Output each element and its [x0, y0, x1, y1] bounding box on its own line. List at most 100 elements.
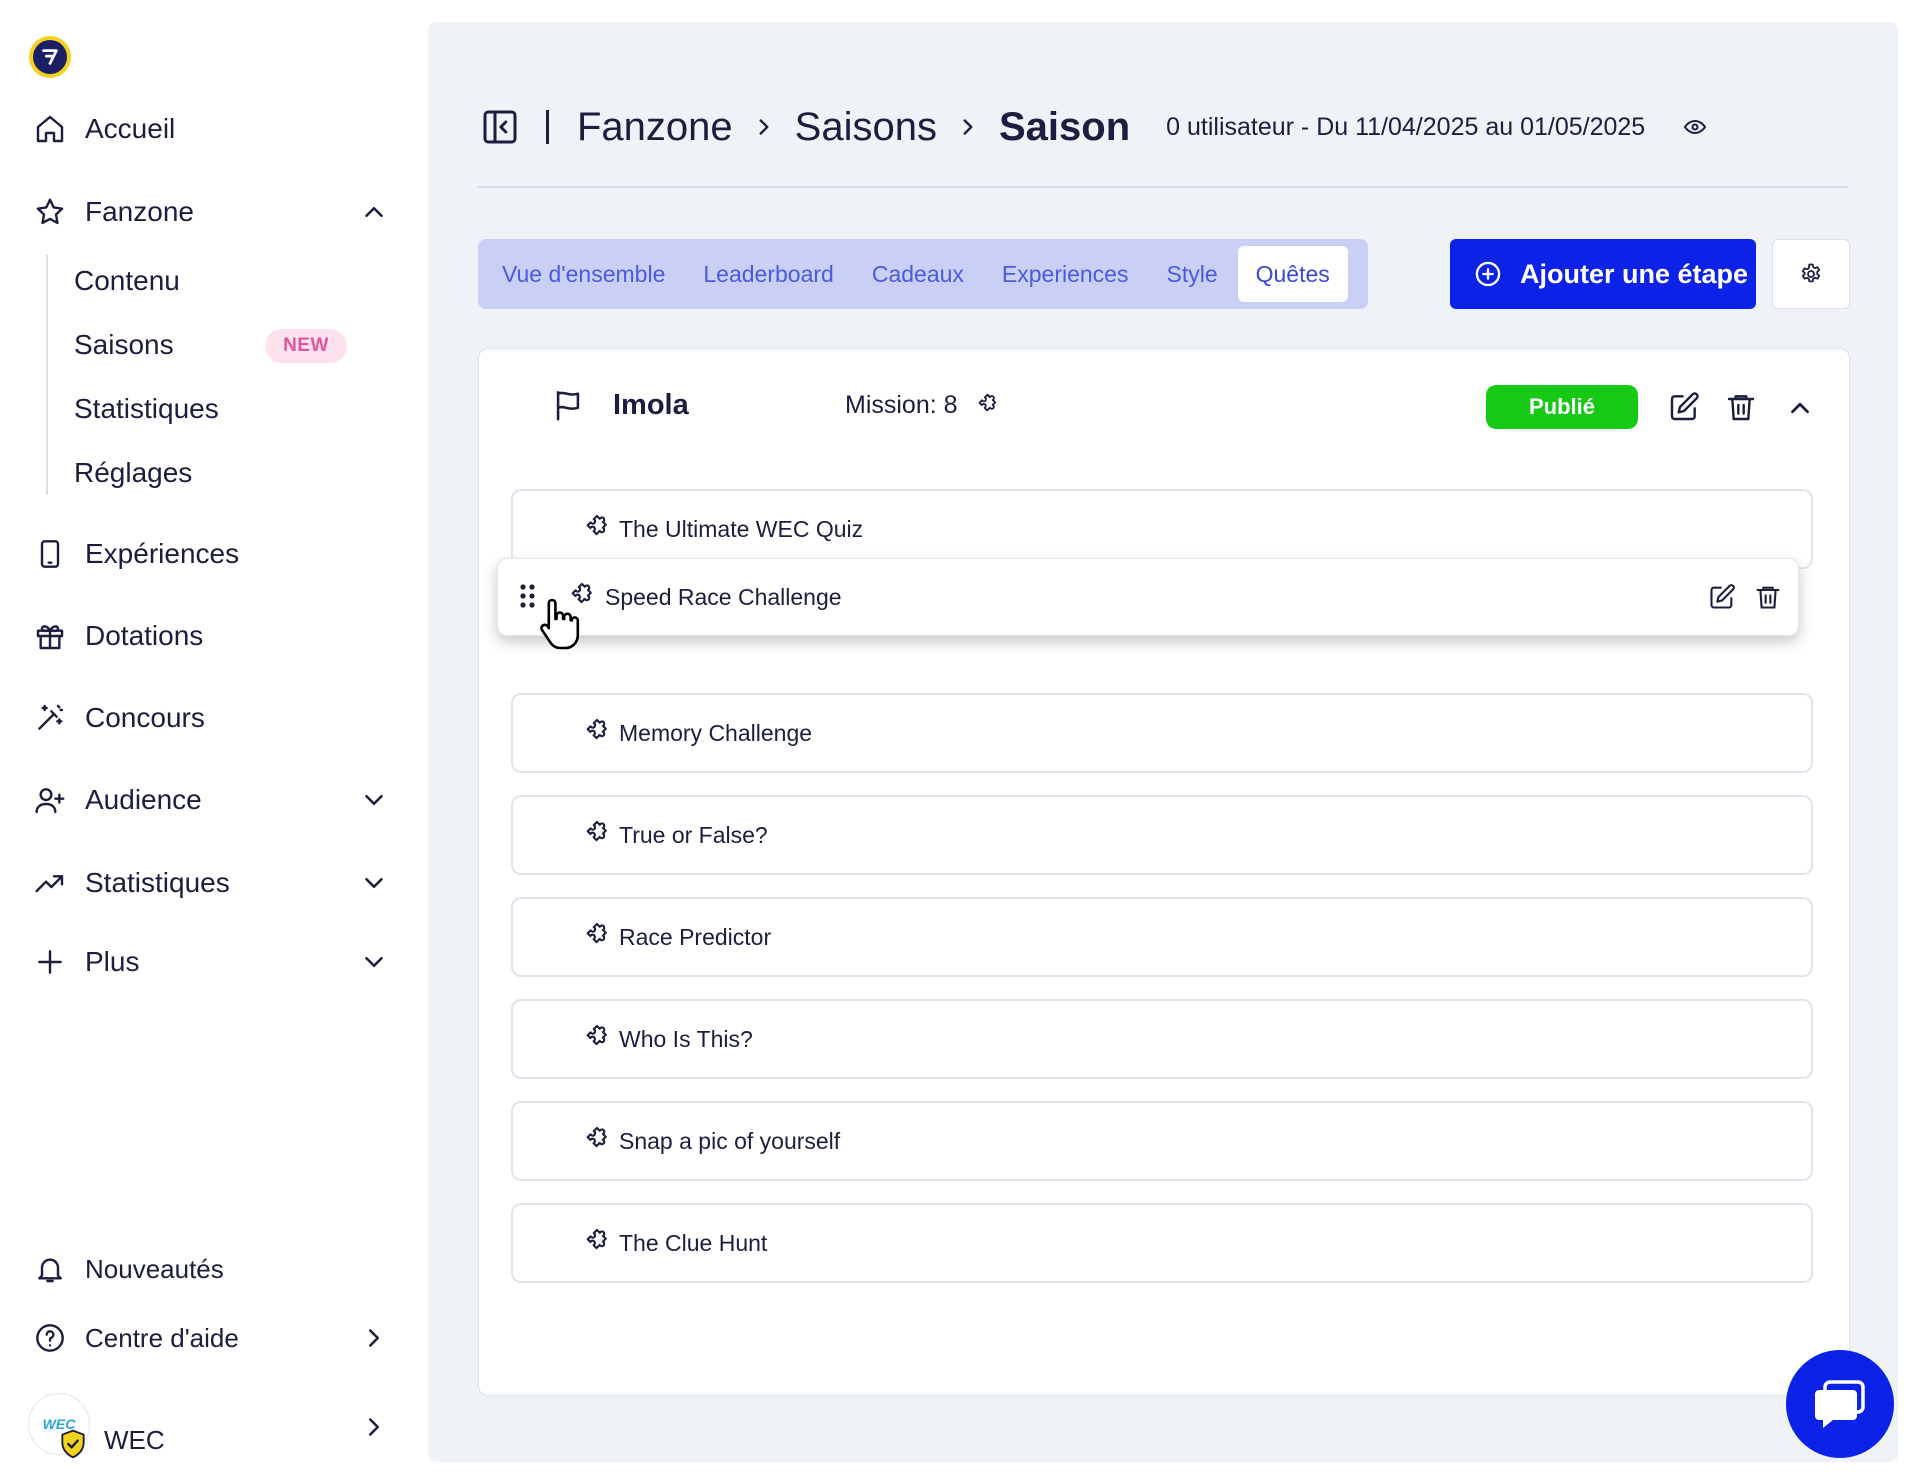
page-title: Saison	[998, 104, 1131, 149]
nav-item-fanzone[interactable]: Fanzone	[0, 184, 428, 240]
account-avatar[interactable]: WEC	[28, 1393, 90, 1459]
mission-label: Mission: 8	[845, 391, 958, 419]
edit-icon[interactable]	[1668, 391, 1700, 423]
quest-label: The Ultimate WEC Quiz	[619, 515, 864, 542]
puzzle-icon	[586, 1228, 607, 1250]
tab-bar: Vue d'ensemble Leaderboard Cadeaux Exper…	[478, 239, 1368, 309]
step-title: Imola	[613, 389, 689, 421]
nav-item-experiences[interactable]: Expériences	[0, 526, 428, 582]
puzzle-icon	[586, 718, 607, 740]
quest-item-clue-hunt[interactable]: The Clue Hunt	[511, 1203, 1813, 1283]
quest-item-speed-race-challenge[interactable]: Speed Race Challenge	[497, 558, 1799, 650]
submenu-guide	[46, 255, 48, 495]
quest-label: True or False?	[619, 821, 768, 848]
sidebar-item-saisons[interactable]: Saisons	[74, 320, 174, 370]
chevron-down-icon	[365, 957, 383, 967]
trash-icon[interactable]	[1754, 583, 1782, 611]
puzzle-icon	[586, 820, 607, 842]
quest-item-who-is-this[interactable]: Who Is This?	[511, 999, 1813, 1079]
nav-label: Fanzone	[85, 196, 194, 227]
drag-handle-icon[interactable]	[518, 582, 538, 612]
nav-item-accueil[interactable]: Accueil	[0, 101, 428, 157]
account-name: WEC	[104, 1425, 165, 1455]
app-logo[interactable]	[29, 36, 71, 78]
nav-label: Audience	[85, 784, 202, 815]
quest-label: The Clue Hunt	[619, 1229, 768, 1256]
nav-label: Dotations	[85, 620, 204, 651]
plus-circle-icon	[1475, 261, 1501, 287]
tab-quetes[interactable]: Quêtes	[1237, 246, 1348, 302]
quest-label: Snap a pic of yourself	[619, 1127, 841, 1154]
add-step-button[interactable]: Ajouter une étape	[1450, 239, 1756, 309]
star-icon	[36, 198, 64, 225]
user-plus-icon	[35, 788, 65, 814]
gear-icon	[1801, 263, 1821, 283]
tab-cadeaux[interactable]: Cadeaux	[854, 246, 982, 302]
chevron-right-icon	[759, 119, 769, 135]
quest-item-memory-challenge[interactable]: Memory Challenge	[511, 693, 1813, 773]
help-circle-icon	[36, 1324, 64, 1352]
step-panel: Imola Mission: 8 Publié The Ultimate WEC…	[478, 348, 1850, 1396]
logo-mark-icon	[33, 40, 67, 74]
page-header: Fanzone Saisons Saison 0 utilisateur - D…	[480, 82, 1707, 172]
quest-item-ultimate-wec-quiz[interactable]: The Ultimate WEC Quiz	[511, 489, 1813, 569]
eye-icon[interactable]	[1683, 115, 1707, 139]
add-step-label: Ajouter une étape	[1520, 258, 1749, 289]
tab-style[interactable]: Style	[1148, 246, 1235, 302]
puzzle-icon	[978, 393, 996, 411]
sidebar-item-reglages[interactable]: Réglages	[74, 448, 192, 498]
hand-cursor-icon	[540, 598, 580, 650]
flag-icon	[556, 390, 580, 421]
chevron-up-icon[interactable]	[1785, 393, 1815, 423]
edit-icon[interactable]	[1708, 583, 1736, 611]
plus-icon	[38, 950, 62, 974]
quest-item-snap-a-pic[interactable]: Snap a pic of yourself	[511, 1101, 1813, 1181]
gift-icon	[36, 625, 64, 650]
smartphone-icon	[40, 540, 60, 568]
bell-icon	[38, 1258, 62, 1283]
nav-item-statistiques[interactable]: Statistiques	[0, 855, 428, 911]
nav-item-concours[interactable]: Concours	[0, 690, 428, 746]
season-meta: 0 utilisateur - Du 11/04/2025 au 01/05/2…	[1166, 112, 1646, 141]
sidebar-collapse-icon[interactable]	[480, 107, 520, 147]
mission-count: Mission: 8	[845, 391, 998, 420]
status-badge: Publié	[1486, 385, 1638, 429]
chevron-right-icon[interactable]	[359, 1412, 389, 1442]
chevron-down-icon	[365, 878, 383, 888]
chat-support-button[interactable]	[1786, 1350, 1894, 1458]
tab-experiences[interactable]: Experiences	[984, 246, 1147, 302]
shield-check-icon	[61, 1429, 85, 1459]
home-icon	[36, 115, 64, 143]
chevron-right-icon	[963, 119, 973, 135]
puzzle-icon	[586, 514, 607, 536]
nav-item-centre-aide[interactable]: Centre d'aide	[0, 1310, 428, 1366]
nav-item-nouveautes[interactable]: Nouveautés	[0, 1241, 428, 1297]
header-rule	[478, 186, 1848, 188]
nav-label: Statistiques	[85, 867, 230, 898]
breadcrumb-saisons[interactable]: Saisons	[795, 105, 937, 150]
sidebar-item-statistiques[interactable]: Statistiques	[74, 384, 219, 434]
quest-item-race-predictor[interactable]: Race Predictor	[511, 897, 1813, 977]
quest-label: Memory Challenge	[619, 719, 813, 746]
nav-label: Expériences	[85, 538, 240, 569]
chevron-down-icon	[365, 795, 383, 805]
sidebar-item-contenu[interactable]: Contenu	[74, 256, 180, 306]
settings-button[interactable]	[1772, 239, 1850, 309]
quest-item-true-or-false[interactable]: True or False?	[511, 795, 1813, 875]
quest-label: Who Is This?	[619, 1025, 753, 1052]
tab-leaderboard[interactable]: Leaderboard	[685, 246, 851, 302]
nav-item-plus[interactable]: Plus	[0, 934, 428, 990]
quest-label: Speed Race Challenge	[605, 583, 842, 610]
chevron-right-icon	[369, 1329, 379, 1347]
nav-item-dotations[interactable]: Dotations	[0, 608, 428, 664]
puzzle-icon	[586, 1126, 607, 1148]
nav-label: Nouveautés	[85, 1253, 224, 1284]
nav-item-audience[interactable]: Audience	[0, 772, 428, 828]
chevron-up-icon	[365, 207, 383, 217]
tab-vue-ensemble[interactable]: Vue d'ensemble	[484, 246, 683, 302]
trash-icon[interactable]	[1725, 391, 1757, 423]
magic-wand-icon	[38, 704, 64, 730]
breadcrumb-fanzone[interactable]: Fanzone	[577, 105, 733, 150]
puzzle-icon	[586, 1024, 607, 1046]
header-divider	[546, 110, 549, 144]
